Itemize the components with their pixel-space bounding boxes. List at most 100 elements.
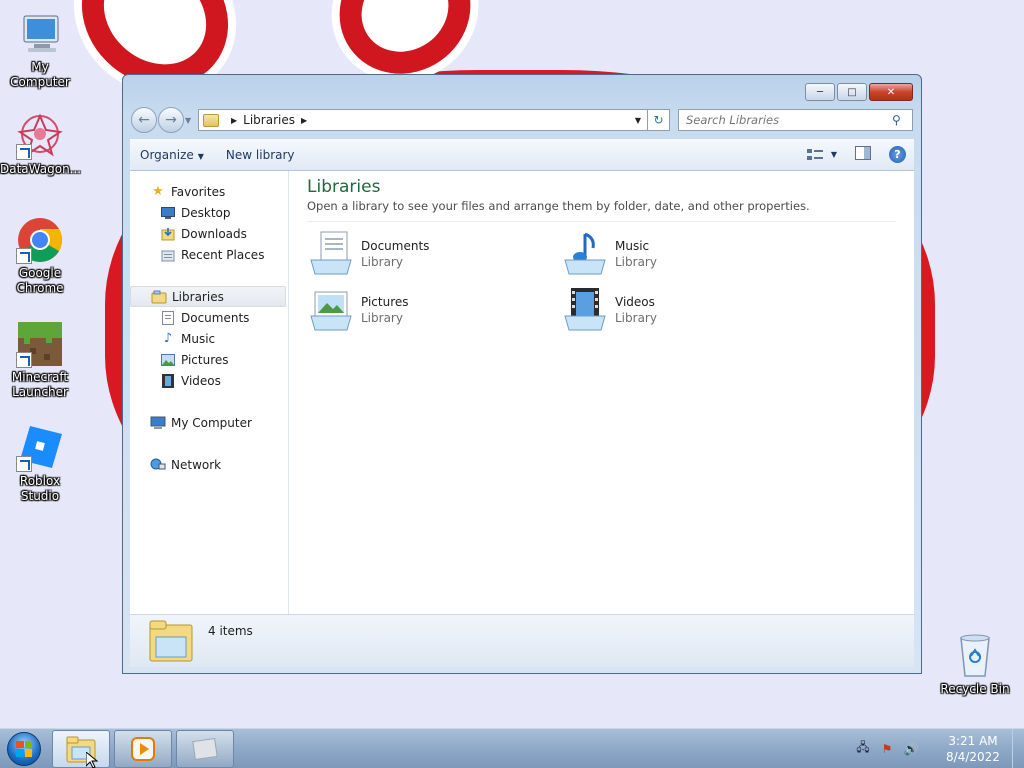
minimize-button[interactable]: ─: [805, 83, 835, 101]
new-library-label: New library: [225, 147, 295, 162]
page-title: Libraries: [307, 177, 381, 197]
breadcrumb-libraries[interactable]: Libraries: [243, 113, 295, 127]
show-desktop-button[interactable]: [1012, 728, 1024, 768]
nav-item-favorites[interactable]: ★ Favorites: [130, 181, 288, 202]
nav-item-libraries[interactable]: Libraries: [130, 286, 286, 307]
app-window-icon: [192, 737, 218, 760]
taskbar-media-player-button[interactable]: [114, 729, 172, 768]
desktop-icon-recycle-bin[interactable]: Recycle Bin: [935, 632, 1015, 697]
desktop-icon: [160, 205, 176, 221]
preview-pane-button[interactable]: [855, 146, 871, 163]
nav-label: Videos: [181, 373, 221, 388]
library-kind: Library: [615, 311, 657, 325]
nav-label: My Computer: [171, 415, 252, 430]
nav-item-downloads[interactable]: Downloads: [130, 223, 288, 244]
nav-item-my-computer[interactable]: My Computer: [130, 412, 288, 433]
search-icon[interactable]: ⚲: [892, 113, 912, 127]
forward-arrow-icon: →: [165, 112, 177, 128]
refresh-icon: ↻: [653, 113, 664, 127]
pictures-icon: [160, 352, 176, 368]
chrome-icon: [16, 216, 64, 264]
library-item-documents[interactable]: Documents Library: [307, 230, 561, 278]
library-grid: Documents Library Music Library Pictures Li…: [307, 230, 896, 334]
nav-label: Desktop: [181, 205, 231, 220]
nav-label: Network: [171, 457, 222, 472]
taskbar-app-button[interactable]: [176, 729, 234, 768]
start-button[interactable]: [0, 729, 48, 768]
nav-label: Music: [181, 331, 216, 346]
network-icon: [150, 457, 166, 473]
nav-label: Favorites: [171, 184, 226, 199]
maximize-button[interactable]: □: [837, 83, 867, 101]
documents-library-icon: [307, 230, 355, 278]
nav-label: Pictures: [181, 352, 229, 367]
nav-item-recent-places[interactable]: Recent Places: [130, 244, 288, 265]
nav-item-pictures[interactable]: Pictures: [130, 349, 288, 370]
minecraft-icon: [16, 320, 64, 368]
nav-item-music[interactable]: ♪ Music: [130, 328, 288, 349]
item-count: 4 items: [208, 624, 253, 638]
library-item-videos[interactable]: Videos Library: [561, 286, 815, 334]
refresh-button[interactable]: ↻: [648, 109, 670, 131]
desktop-icon-label: DataWagon...: [0, 162, 82, 176]
network-status-icon[interactable]: 🖧: [854, 740, 872, 757]
clock-time: 3:21 AM: [948, 733, 998, 748]
library-name: Documents: [361, 239, 430, 253]
help-icon: ?: [894, 148, 901, 161]
nav-label: Libraries: [172, 289, 224, 304]
nav-item-documents[interactable]: Documents: [130, 307, 288, 328]
address-dropdown-icon[interactable]: ▼: [629, 116, 647, 125]
back-arrow-icon: ←: [138, 112, 150, 128]
command-bar: Organize ▼ New library ▼ ?: [130, 139, 914, 171]
organize-button[interactable]: Organize ▼: [140, 148, 204, 162]
clock[interactable]: 3:21 AM 8/4/2022: [934, 733, 1012, 765]
action-center-icon[interactable]: ⚑: [878, 741, 896, 757]
help-button[interactable]: ?: [889, 146, 906, 163]
desktop-icon-chrome[interactable]: Google Chrome: [0, 216, 80, 296]
navigation-bar: ← → ▼ ▶ Libraries ▶ ▼ ↻ ⚲: [131, 107, 913, 133]
nav-item-desktop[interactable]: Desktop: [130, 202, 288, 223]
libraries-icon: [151, 289, 167, 305]
desktop-icon-datawagon[interactable]: DataWagon...: [0, 112, 82, 177]
nav-item-network[interactable]: Network: [130, 454, 288, 475]
back-button[interactable]: ←: [131, 107, 157, 133]
content-pane: Libraries Open a library to see your fil…: [289, 171, 914, 614]
desktop-icon-roblox-studio[interactable]: Roblox Studio: [0, 424, 80, 504]
star-icon: ★: [152, 184, 164, 199]
desktop-icon-label: Google Chrome: [16, 266, 64, 295]
nav-item-videos[interactable]: Videos: [130, 370, 288, 391]
library-name: Pictures: [361, 295, 409, 309]
desktop-icon-label: Roblox Studio: [19, 474, 61, 503]
taskbar-explorer-button[interactable]: [52, 729, 110, 768]
breadcrumb-separator-icon[interactable]: ▶: [231, 116, 237, 125]
search-box[interactable]: ⚲: [678, 109, 913, 131]
explorer-window: ─ □ ✕ ← → ▼ ▶ Libraries ▶ ▼ ↻ ⚲ Organize…: [122, 74, 922, 674]
address-bar[interactable]: ▶ Libraries ▶ ▼: [198, 109, 648, 131]
media-player-icon: [131, 736, 155, 761]
desktop-icon-minecraft[interactable]: Minecraft Launcher: [0, 320, 80, 400]
nav-label: Downloads: [181, 226, 247, 241]
library-kind: Library: [615, 255, 657, 269]
recent-pages-dropdown[interactable]: ▼: [185, 116, 195, 125]
forward-button[interactable]: →: [158, 107, 184, 133]
breadcrumb-separator-icon[interactable]: ▶: [301, 116, 307, 125]
library-name: Videos: [615, 295, 655, 309]
chevron-down-icon: ▼: [197, 151, 204, 161]
downloads-icon: [160, 226, 176, 242]
close-button[interactable]: ✕: [869, 83, 913, 101]
desktop-icon-my-computer[interactable]: My Computer: [0, 10, 80, 90]
organize-label: Organize: [140, 147, 194, 162]
page-subtitle: Open a library to see your files and arr…: [307, 199, 896, 222]
search-input[interactable]: [686, 113, 892, 127]
new-library-button[interactable]: New library: [226, 148, 295, 162]
windows-logo-icon: [7, 731, 41, 766]
change-view-button[interactable]: ▼: [806, 148, 837, 162]
nav-label: Documents: [181, 310, 250, 325]
library-item-music[interactable]: Music Library: [561, 230, 815, 278]
my-computer-icon: [16, 10, 64, 58]
caption-buttons: ─ □ ✕: [805, 83, 913, 101]
videos-library-icon: [561, 286, 609, 334]
volume-icon[interactable]: 🔊: [902, 741, 920, 757]
library-item-pictures[interactable]: Pictures Library: [307, 286, 561, 334]
my-computer-icon: [150, 415, 166, 431]
